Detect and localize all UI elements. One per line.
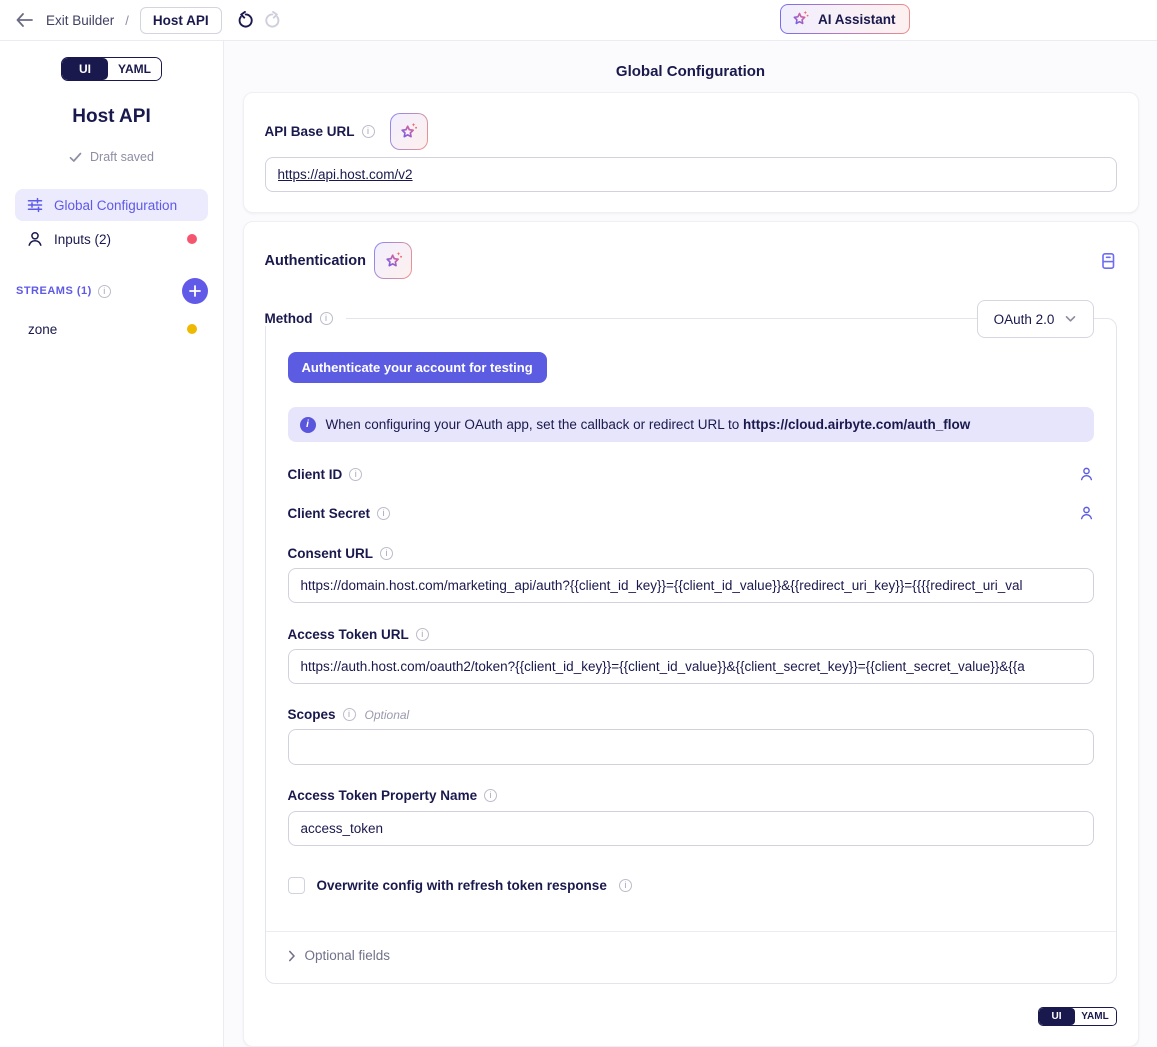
consent-url-input[interactable] <box>288 568 1094 603</box>
streams-label: STREAMS (1) <box>16 285 92 297</box>
method-info-icon[interactable] <box>320 312 333 325</box>
breadcrumb-separator: / <box>125 13 129 28</box>
access-token-url-input[interactable] <box>288 649 1094 684</box>
card-toggle-yaml-option[interactable]: YAML <box>1075 1008 1116 1025</box>
access-token-url-label: Access Token URL <box>288 627 409 642</box>
ai-sparkle-star-icon <box>398 121 419 142</box>
connector-title: Host API <box>15 106 208 128</box>
checkmark-icon <box>69 152 82 163</box>
ai-sparkle-star-icon <box>383 250 404 271</box>
consent-url-info-icon[interactable] <box>380 547 393 560</box>
connector-name-field[interactable]: Host API <box>140 7 222 34</box>
overwrite-config-info-icon[interactable] <box>619 879 632 892</box>
authentication-section-label: Authentication <box>265 253 367 269</box>
token-property-field: Access Token Property Name <box>288 788 1094 846</box>
sidebar-item-inputs[interactable]: Inputs (2) <box>15 223 208 255</box>
page-title: Global Configuration <box>243 63 1139 80</box>
ui-yaml-toggle: UI YAML <box>61 57 162 81</box>
builder-sidebar: UI YAML Host API Draft saved Global Conf… <box>0 41 224 1047</box>
overwrite-config-row: Overwrite config with refresh token resp… <box>288 877 1094 894</box>
user-input-icon[interactable] <box>1079 505 1094 521</box>
overwrite-config-checkbox[interactable] <box>288 877 305 894</box>
token-property-label: Access Token Property Name <box>288 788 478 803</box>
method-label: Method <box>265 311 313 326</box>
authentication-ai-button[interactable] <box>374 242 412 279</box>
arrow-left-icon <box>16 13 33 27</box>
save-status-label: Draft saved <box>90 150 154 164</box>
stream-status-dot <box>187 324 197 334</box>
consent-url-label: Consent URL <box>288 546 374 561</box>
info-banner-text: When configuring your OAuth app, set the… <box>326 417 971 432</box>
method-select[interactable]: OAuth 2.0 <box>977 300 1094 338</box>
ai-sparkle-star-icon <box>790 9 810 29</box>
token-property-info-icon[interactable] <box>484 789 497 802</box>
method-selected-value: OAuth 2.0 <box>994 312 1055 327</box>
optional-fields-label: Optional fields <box>305 948 391 963</box>
client-id-info-icon[interactable] <box>349 468 362 481</box>
scopes-field: Scopes Optional <box>288 707 1094 765</box>
documentation-button[interactable] <box>1099 252 1117 270</box>
connector-builder-app: Exit Builder / Host API AI Assistant UI … <box>0 0 1157 1047</box>
toggle-yaml-option[interactable]: YAML <box>108 58 161 80</box>
api-base-url-label: API Base URL <box>265 124 355 139</box>
api-base-url-info-icon[interactable] <box>362 125 375 138</box>
chevron-down-icon <box>1065 315 1076 323</box>
sidebar-item-label: Global Configuration <box>54 198 177 213</box>
exit-builder-link[interactable]: Exit Builder <box>46 13 114 28</box>
main-panel: Global Configuration API Base URL <box>224 41 1157 1047</box>
inputs-status-dot <box>187 234 197 244</box>
token-property-input[interactable] <box>288 811 1094 846</box>
callback-url: https://cloud.airbyte.com/auth_flow <box>743 417 970 432</box>
card-toggle-ui-option[interactable]: UI <box>1039 1008 1075 1025</box>
book-icon <box>1099 252 1117 270</box>
chevron-right-icon <box>288 950 296 962</box>
access-token-url-field: Access Token URL <box>288 627 1094 684</box>
stream-name: zone <box>28 322 57 337</box>
ai-assistant-button[interactable]: AI Assistant <box>780 4 910 34</box>
authentication-card: Authentication Method <box>243 221 1139 1047</box>
add-stream-button[interactable] <box>182 278 208 304</box>
authenticate-testing-button[interactable]: Authenticate your account for testing <box>288 352 547 383</box>
save-status: Draft saved <box>15 150 208 164</box>
user-input-icon[interactable] <box>1079 466 1094 482</box>
scopes-optional-tag: Optional <box>365 708 410 722</box>
client-id-label: Client ID <box>288 467 343 482</box>
streams-info-icon[interactable] <box>98 285 111 298</box>
streams-header: STREAMS (1) <box>15 278 208 304</box>
client-secret-label: Client Secret <box>288 506 371 521</box>
undo-icon[interactable] <box>236 11 255 30</box>
access-token-url-info-icon[interactable] <box>416 628 429 641</box>
card-ui-yaml-toggle: UI YAML <box>1038 1007 1117 1026</box>
api-base-url-ai-button[interactable] <box>390 113 428 150</box>
overwrite-config-label: Overwrite config with refresh token resp… <box>317 878 607 893</box>
sliders-icon <box>26 196 44 214</box>
client-secret-info-icon[interactable] <box>377 507 390 520</box>
plus-icon <box>189 285 201 297</box>
sidebar-item-stream-zone[interactable]: zone <box>15 313 208 345</box>
client-secret-row: Client Secret <box>288 505 1094 521</box>
api-base-url-card: API Base URL <box>243 92 1139 213</box>
sidebar-item-label: Inputs (2) <box>54 232 111 247</box>
api-base-url-input[interactable] <box>265 157 1117 192</box>
top-bar: Exit Builder / Host API AI Assistant <box>0 0 1157 41</box>
sidebar-item-global-configuration[interactable]: Global Configuration <box>15 189 208 221</box>
ai-assistant-label: AI Assistant <box>818 12 896 27</box>
optional-fields-toggle[interactable]: Optional fields <box>288 948 1094 963</box>
oauth-config-group: Method OAuth 2.0 Authenticate your accou… <box>265 318 1117 984</box>
info-icon <box>300 417 316 433</box>
scopes-info-icon[interactable] <box>343 708 356 721</box>
scopes-input[interactable] <box>288 729 1094 765</box>
oauth-callback-info-banner: When configuring your OAuth app, set the… <box>288 407 1094 442</box>
user-icon <box>26 230 44 248</box>
back-button[interactable] <box>16 13 33 27</box>
section-divider <box>266 931 1116 932</box>
redo-icon[interactable] <box>263 11 282 30</box>
toggle-ui-option[interactable]: UI <box>62 58 108 80</box>
client-id-row: Client ID <box>288 466 1094 482</box>
consent-url-field: Consent URL <box>288 546 1094 603</box>
scopes-label: Scopes <box>288 707 336 722</box>
